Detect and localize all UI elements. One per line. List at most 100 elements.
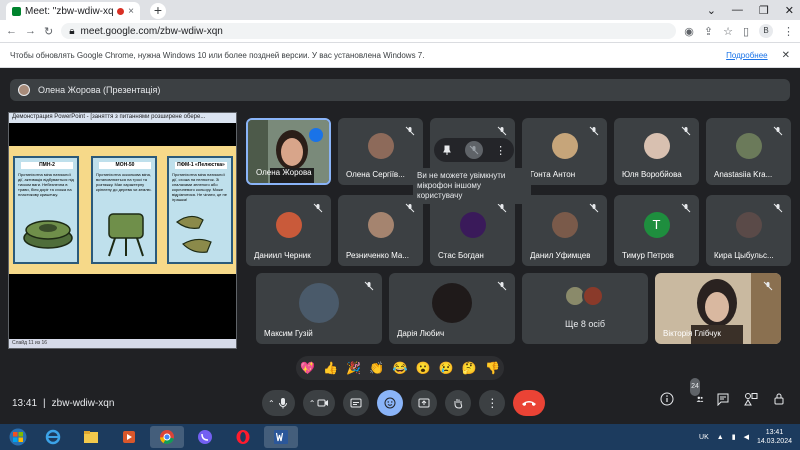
present-screen-button[interactable] — [411, 390, 438, 416]
camera-toggle-button[interactable]: ⌃ — [302, 390, 336, 416]
chat-button[interactable] — [714, 390, 732, 408]
volume-icon[interactable]: ◀ — [744, 433, 749, 441]
meeting-details-button[interactable] — [658, 390, 676, 408]
file-explorer-taskbar-icon[interactable] — [74, 426, 108, 448]
profile-avatar[interactable]: B — [759, 24, 773, 38]
activities-button[interactable] — [742, 390, 760, 408]
speaking-indicator-icon — [309, 128, 323, 142]
media-player-taskbar-icon[interactable] — [112, 426, 146, 448]
mic-off-icon — [763, 281, 773, 291]
opera-taskbar-icon[interactable] — [226, 426, 260, 448]
panel-text: Протипіхотна міна натискної дії, схожа н… — [172, 172, 227, 202]
pin-button[interactable] — [438, 141, 456, 159]
mic-tooltip: Ви не можете увімкнути мікрофон іншому к… — [413, 168, 531, 204]
participant-tile[interactable]: Резниченко Ма... — [338, 195, 423, 266]
internet-explorer-taskbar-icon[interactable] — [36, 426, 70, 448]
share-icon[interactable]: ⇪ — [704, 25, 713, 38]
participant-tile[interactable]: Олена Сергіїв... — [338, 118, 423, 185]
extensions-icon[interactable]: ▯ — [743, 25, 749, 38]
chevron-up-icon[interactable]: ⌃ — [309, 399, 316, 408]
participant-tile[interactable]: Кира Цыбульс... — [706, 195, 791, 266]
infobar-message: Чтобы обновлять Google Chrome, нужна Win… — [10, 50, 425, 60]
reaction-button[interactable]: 😂 — [393, 361, 408, 375]
reaction-button[interactable]: 💖 — [300, 361, 315, 375]
new-tab-button[interactable]: + — [150, 3, 166, 19]
chevron-up-icon[interactable]: ⌃ — [268, 399, 275, 408]
minimize-button[interactable]: — — [732, 4, 743, 16]
mic-off-icon — [773, 203, 783, 213]
participant-tile[interactable]: Стас Богдан — [430, 195, 515, 266]
viber-taskbar-icon[interactable] — [188, 426, 222, 448]
reaction-button[interactable]: 😮 — [416, 361, 431, 375]
forward-icon[interactable]: → — [25, 25, 36, 37]
participant-tile[interactable]: Юля Воробйова — [614, 118, 699, 185]
toolbar: ← → ↻ 🔒︎ meet.google.com/zbw-wdiw-xqn ◉ … — [0, 20, 800, 42]
participant-tile[interactable]: Даниил Черник — [246, 195, 331, 266]
camera-permission-icon[interactable]: ◉ — [684, 25, 694, 38]
emoji-reactions-button[interactable] — [377, 390, 404, 416]
start-button[interactable] — [0, 424, 36, 450]
participant-name: Вікторія Глібчук — [663, 329, 721, 338]
presenter-bar: Олена Жорова (Презентація) — [10, 79, 790, 101]
participant-name: Тимур Петров — [622, 251, 674, 260]
mic-toggle-button[interactable]: ⌃ — [262, 390, 295, 416]
windows-logo-icon — [9, 428, 27, 446]
participant-avatar — [367, 211, 394, 238]
unmute-disabled-button[interactable] — [464, 141, 483, 159]
participant-tile[interactable]: Т Тимур Петров — [614, 195, 699, 266]
toolbar-icons: ◉ ⇪ ☆ ▯ B ⋮ — [684, 24, 794, 38]
participant-tile[interactable]: Вікторія Глібчук — [655, 273, 781, 344]
participant-avatar — [582, 285, 604, 307]
participant-name: Стас Богдан — [438, 251, 484, 260]
close-window-button[interactable]: ✕ — [785, 4, 794, 17]
raise-hand-button[interactable] — [445, 390, 472, 416]
bookmark-star-icon[interactable]: ☆ — [723, 25, 733, 38]
participant-tile[interactable]: Данил Уфимцев — [522, 195, 607, 266]
leave-call-button[interactable] — [513, 390, 546, 416]
tab-search-icon[interactable]: ⌄ — [707, 4, 716, 17]
keyboard-language[interactable]: UK — [699, 434, 709, 441]
address-bar[interactable]: 🔒︎ meet.google.com/zbw-wdiw-xqn — [61, 23, 677, 39]
participant-name: Anastasiia Kra... — [714, 170, 773, 179]
tray-chevron-icon[interactable]: ▲ — [717, 434, 724, 441]
mic-off-icon — [405, 126, 415, 136]
more-options-icon[interactable]: ⋮ — [492, 141, 510, 159]
mic-off-icon — [681, 126, 691, 136]
host-controls-button[interactable] — [770, 390, 788, 408]
menu-kebab-icon[interactable]: ⋮ — [783, 25, 794, 38]
maximize-button[interactable]: ❐ — [759, 4, 769, 17]
presentation-screen[interactable]: Демонстрация PowerPoint - [заняття з пит… — [8, 112, 237, 349]
reload-icon[interactable]: ↻ — [44, 25, 53, 38]
people-button[interactable]: 24 — [686, 378, 704, 408]
word-taskbar-icon[interactable] — [264, 426, 298, 448]
lock-icon: 🔒︎ — [69, 25, 75, 37]
meet-stage: Олена Жорова (Презентація) Демонстрация … — [0, 68, 800, 424]
participant-tile[interactable]: Anastasiia Kra... — [706, 118, 791, 185]
reaction-button[interactable]: 👍 — [323, 361, 338, 375]
mic-off-icon — [497, 203, 507, 213]
participant-tile[interactable]: Дарія Любич — [389, 273, 515, 344]
participant-tile[interactable]: Максим Гузій — [256, 273, 382, 344]
network-icon[interactable]: ▮ — [732, 433, 736, 441]
back-icon[interactable]: ← — [6, 25, 17, 37]
participant-tile[interactable]: Гонта Антон — [522, 118, 607, 185]
tab-close-button[interactable]: × — [128, 6, 134, 17]
taskbar-clock[interactable]: 13:41 14.03.2024 — [757, 428, 792, 446]
slide-content: ПМН-2 Протипіхотна міна натискної дії, а… — [9, 146, 236, 274]
participant-tile[interactable]: Олена Жорова — [246, 118, 331, 185]
participant-name: Олена Жорова — [256, 168, 312, 177]
more-options-button[interactable]: ⋮ — [479, 390, 506, 416]
infobar-close-icon[interactable]: ✕ — [782, 50, 790, 61]
browser-tab-meet[interactable]: Meet: "zbw-wdiw-xqn" × — [6, 2, 140, 20]
reaction-button[interactable]: 👎 — [485, 361, 500, 375]
meeting-info: 13:41 | zbw-wdiw-xqn — [12, 398, 114, 409]
reaction-button[interactable]: 🤔 — [462, 361, 477, 375]
reaction-button[interactable]: 😢 — [439, 361, 454, 375]
reaction-button[interactable]: 👏 — [369, 361, 384, 375]
infobar-learn-more-link[interactable]: Подробнее — [726, 51, 768, 60]
reaction-button[interactable]: 🎉 — [346, 361, 361, 375]
chrome-taskbar-icon[interactable] — [150, 426, 184, 448]
participant-avatar — [551, 132, 578, 159]
more-participants-tile[interactable]: Ще 8 осіб — [522, 273, 648, 344]
captions-button[interactable] — [343, 390, 370, 416]
